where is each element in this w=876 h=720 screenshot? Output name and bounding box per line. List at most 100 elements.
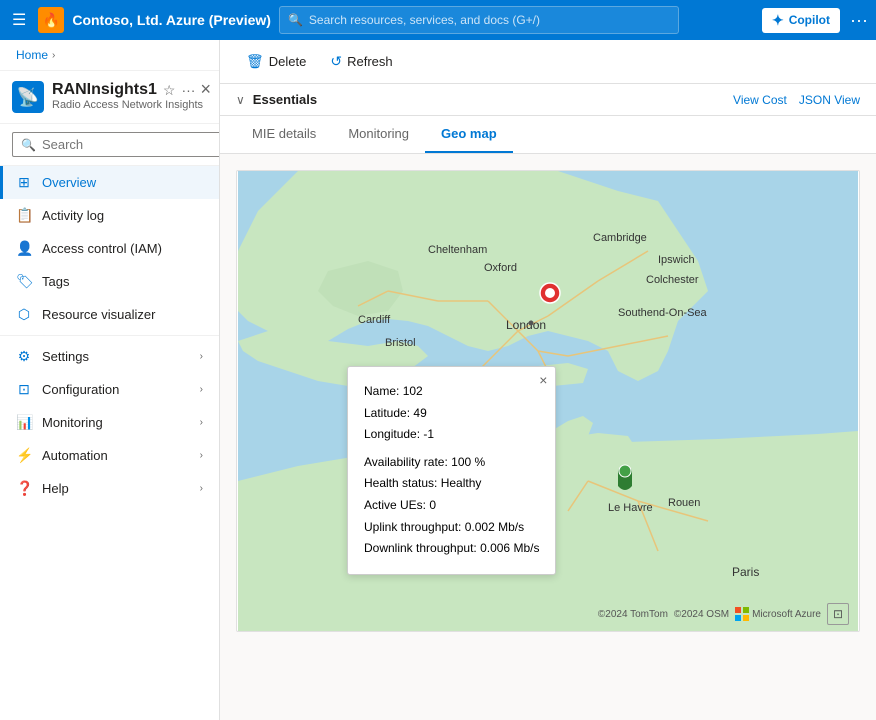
topbar-right: ✦ Copilot ··· xyxy=(762,8,868,33)
delete-button[interactable]: 🗑 Delete xyxy=(236,48,316,75)
map-container: Cambridge Ipswich Colchester Cheltenham … xyxy=(236,170,860,632)
map-footer-azure: Microsoft Azure xyxy=(735,607,821,621)
map-popup-close-icon[interactable]: × xyxy=(539,373,547,387)
tab-mie-details[interactable]: MIE details xyxy=(236,116,332,153)
star-icon[interactable]: ☆ xyxy=(163,82,176,99)
search-icon: 🔍 xyxy=(288,13,303,27)
sidebar-item-access-control[interactable]: 👤 Access control (IAM) xyxy=(0,232,219,265)
delete-label: Delete xyxy=(269,54,307,69)
topbar: ☰ 🔥 Contoso, Ltd. Azure (Preview) 🔍 ✦ Co… xyxy=(0,0,876,40)
sidebar-nav: ⊞ Overview 📋 Activity log 👤 Access contr… xyxy=(0,166,219,505)
copilot-button[interactable]: ✦ Copilot xyxy=(762,8,840,33)
sidebar-item-monitoring[interactable]: 📊 Monitoring › xyxy=(0,406,219,439)
popup-availability-row: Availability rate: 100 % xyxy=(364,452,539,474)
svg-text:London: London xyxy=(506,318,546,332)
sidebar-item-activity-log-label: Activity log xyxy=(42,208,104,223)
tags-icon: 🏷 xyxy=(16,273,32,290)
sidebar-item-activity-log[interactable]: 📋 Activity log xyxy=(0,199,219,232)
topbar-more-icon[interactable]: ··· xyxy=(850,10,868,31)
view-cost-link[interactable]: View Cost xyxy=(733,93,787,107)
topbar-search-input[interactable] xyxy=(309,13,670,27)
popup-latitude-row: Latitude: 49 xyxy=(364,403,539,425)
breadcrumb: Home › xyxy=(0,40,219,71)
json-view-link[interactable]: JSON View xyxy=(799,93,860,107)
tabs-container: MIE details Monitoring Geo map xyxy=(220,116,876,154)
resource-close-icon[interactable]: × xyxy=(200,79,211,100)
svg-text:Colchester: Colchester xyxy=(646,274,699,286)
essentials-chevron-icon[interactable]: ∨ xyxy=(236,93,245,107)
resource-name: RANInsights1 xyxy=(52,81,157,99)
main-layout: Home › 📡 RANInsights1 ☆ ··· Radio Access… xyxy=(0,40,876,720)
popup-health-row: Health status: Healthy xyxy=(364,473,539,495)
popup-active-ues-label: Active UEs: xyxy=(364,498,426,512)
automation-icon: ⚡ xyxy=(16,447,32,464)
sidebar-item-monitoring-label: Monitoring xyxy=(42,415,103,430)
popup-health-value: Healthy xyxy=(441,476,482,490)
refresh-icon: ↺ xyxy=(330,53,342,70)
sidebar-item-overview[interactable]: ⊞ Overview xyxy=(0,166,219,199)
essentials-title: Essentials xyxy=(253,92,317,107)
sidebar-search-box: 🔍 xyxy=(12,132,220,157)
topbar-title: Contoso, Ltd. Azure (Preview) xyxy=(72,12,271,28)
help-icon: ❓ xyxy=(16,480,32,497)
popup-latitude-value: 49 xyxy=(413,406,426,420)
popup-availability-label: Availability rate: xyxy=(364,455,448,469)
popup-name-label: Name: xyxy=(364,384,399,398)
configuration-chevron-icon: › xyxy=(200,384,203,395)
map-camera-icon[interactable]: ⊡ xyxy=(827,603,849,625)
popup-active-ues-row: Active UEs: 0 xyxy=(364,495,539,517)
refresh-label: Refresh xyxy=(347,54,393,69)
access-control-icon: 👤 xyxy=(16,240,32,257)
svg-text:Cheltenham: Cheltenham xyxy=(428,244,487,256)
svg-text:Southend-On-Sea: Southend-On-Sea xyxy=(618,307,708,319)
sidebar-search-area: 🔍 ⟳ ≪ xyxy=(0,124,219,166)
tab-monitoring[interactable]: Monitoring xyxy=(332,116,425,153)
delete-icon: 🗑 xyxy=(246,53,264,70)
sidebar-item-access-control-label: Access control (IAM) xyxy=(42,241,162,256)
hamburger-icon[interactable]: ☰ xyxy=(8,6,30,34)
svg-text:Bristol: Bristol xyxy=(385,337,416,349)
resource-more-icon[interactable]: ··· xyxy=(181,82,195,98)
sidebar-item-help-label: Help xyxy=(42,481,69,496)
popup-longitude-row: Longitude: -1 xyxy=(364,424,539,446)
popup-health-label: Health status: xyxy=(364,476,437,490)
popup-longitude-label: Longitude: xyxy=(364,427,420,441)
sidebar-item-settings[interactable]: ⚙ Settings › xyxy=(0,340,219,373)
sidebar-item-resource-visualizer-label: Resource visualizer xyxy=(42,307,155,322)
svg-text:Ipswich: Ipswich xyxy=(658,254,695,266)
sidebar-item-automation[interactable]: ⚡ Automation › xyxy=(0,439,219,472)
sidebar-item-tags[interactable]: 🏷 Tags xyxy=(0,265,219,298)
breadcrumb-arrow: › xyxy=(52,50,55,61)
main-content: 🗑 Delete ↺ Refresh ∨ Essentials View Cos… xyxy=(220,40,876,720)
sidebar-search-input[interactable] xyxy=(42,137,218,152)
svg-text:Le Havre: Le Havre xyxy=(608,502,653,514)
sidebar-item-configuration-label: Configuration xyxy=(42,382,119,397)
sidebar-item-configuration[interactable]: ⊡ Configuration › xyxy=(0,373,219,406)
resource-info: RANInsights1 ☆ ··· Radio Access Network … xyxy=(52,81,207,111)
overview-icon: ⊞ xyxy=(16,174,32,191)
topbar-logo-icon: 🔥 xyxy=(38,7,64,33)
azure-logo-icon xyxy=(735,607,749,621)
refresh-button[interactable]: ↺ Refresh xyxy=(320,48,402,75)
resource-subtitle: Radio Access Network Insights xyxy=(52,99,207,111)
nav-divider-1 xyxy=(0,335,219,336)
popup-name-value: 102 xyxy=(403,384,423,398)
map-popup: × Name: 102 Latitude: 49 Longitude: xyxy=(347,366,556,575)
sidebar-item-resource-visualizer[interactable]: ⬡ Resource visualizer xyxy=(0,298,219,331)
monitoring-chevron-icon: › xyxy=(200,417,203,428)
resource-icon: 📡 xyxy=(12,81,44,113)
map-footer-azure-label: Microsoft Azure xyxy=(752,609,821,620)
sidebar-item-help[interactable]: ❓ Help › xyxy=(0,472,219,505)
sidebar: Home › 📡 RANInsights1 ☆ ··· Radio Access… xyxy=(0,40,220,720)
topbar-search-container: 🔍 xyxy=(279,6,679,34)
map-view[interactable]: Cambridge Ipswich Colchester Cheltenham … xyxy=(237,171,859,631)
copilot-label: Copilot xyxy=(789,13,830,27)
settings-icon: ⚙ xyxy=(16,348,32,365)
sidebar-item-tags-label: Tags xyxy=(42,274,69,289)
popup-availability-value: 100 % xyxy=(451,455,485,469)
svg-text:Cambridge: Cambridge xyxy=(593,232,647,244)
map-footer-osm: ©2024 OSM xyxy=(674,609,729,620)
popup-uplink-label: Uplink throughput: xyxy=(364,520,461,534)
tab-geo-map[interactable]: Geo map xyxy=(425,116,513,153)
breadcrumb-home[interactable]: Home xyxy=(16,48,48,62)
